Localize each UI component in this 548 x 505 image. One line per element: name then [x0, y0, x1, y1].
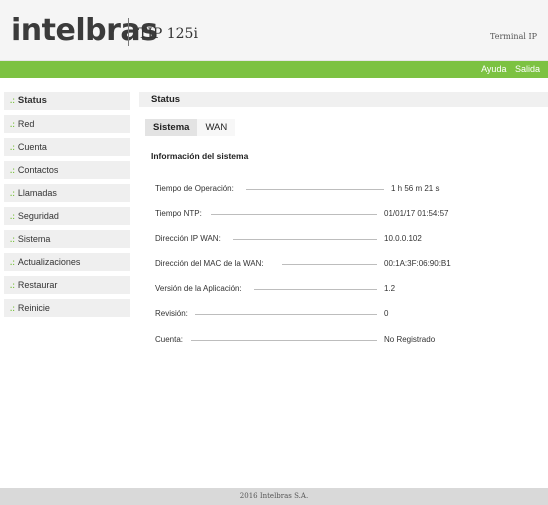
leader-line [191, 340, 377, 341]
info-value: 1.2 [384, 284, 396, 293]
sidebar-item-actualizaciones[interactable]: .: Actualizaciones [4, 253, 130, 271]
sidebar-item-reinicie[interactable]: .: Reinicie [4, 299, 130, 317]
info-value: 01/01/17 01:54:57 [384, 209, 449, 218]
bullet-icon: .: [10, 212, 15, 221]
tab-wan[interactable]: WAN [197, 119, 236, 136]
info-row: Tiempo de Operación: 1 h 56 m 21 s [155, 184, 455, 194]
bullet-icon: .: [10, 120, 15, 129]
bullet-icon: .: [10, 96, 15, 105]
exit-link[interactable]: Salida [515, 64, 540, 74]
sidebar-item-sistema[interactable]: .: Sistema [4, 230, 130, 248]
info-value: 10.0.0.102 [384, 234, 422, 243]
sidebar-item-llamadas[interactable]: .: Llamadas [4, 184, 130, 202]
info-row: Cuenta: No Registrado [155, 335, 475, 345]
info-value: 00:1A:3F:06:90:B1 [384, 259, 451, 268]
bullet-icon: .: [10, 189, 15, 198]
leader-line [282, 264, 377, 265]
sidebar-item-status[interactable]: .: Status [4, 92, 130, 110]
leader-line [254, 289, 377, 290]
footer: 2016 Intelbras S.A. [0, 488, 548, 505]
info-value: 0 [384, 309, 389, 318]
bullet-icon: .: [10, 258, 15, 267]
leader-line [211, 214, 377, 215]
sidebar-item-restaurar[interactable]: .: Restaurar [4, 276, 130, 294]
info-row: Revisión: 0 [155, 309, 455, 319]
sidebar-item-label: Sistema [17, 234, 51, 244]
sidebar-item-contactos[interactable]: .: Contactos [4, 161, 130, 179]
help-link[interactable]: Ayuda [481, 64, 506, 74]
bullet-icon: .: [10, 166, 15, 175]
sidebar-item-label: Restaurar [17, 280, 58, 290]
top-nav-bar: Ayuda Salida [0, 61, 548, 78]
tab-sistema[interactable]: Sistema [145, 119, 198, 136]
sidebar-item-cuenta[interactable]: .: Cuenta [4, 138, 130, 156]
sidebar-item-seguridad[interactable]: .: Seguridad [4, 207, 130, 225]
leader-line [233, 239, 377, 240]
info-label: Dirección del MAC de la WAN: [155, 259, 264, 268]
leader-line [246, 189, 384, 190]
main-content: Status Sistema WAN Información del sistem… [139, 92, 548, 344]
sidebar-item-label: Seguridad [17, 211, 59, 221]
bullet-icon: .: [10, 304, 15, 313]
info-value: 1 h 56 m 21 s [391, 184, 440, 193]
section-title: Información del sistema [151, 151, 249, 161]
device-subtitle: Terminal IP [490, 32, 537, 41]
page-title: Status [139, 92, 548, 107]
sidebar: .: Status .: Red .: Cuenta .: Contactos .: Ll… [4, 92, 130, 322]
bullet-icon: .: [10, 235, 15, 244]
info-row: Versión de la Aplicación: 1.2 [155, 284, 455, 294]
info-row: Dirección del MAC de la WAN: 00:1A:3F:06… [155, 259, 475, 269]
sidebar-item-label: Red [17, 119, 35, 129]
info-label: Tiempo de Operación: [155, 184, 234, 193]
leader-line [195, 314, 377, 315]
info-label: Tiempo NTP: [155, 209, 202, 218]
sidebar-item-label: Contactos [17, 165, 59, 175]
logo-separator [128, 18, 129, 46]
sidebar-item-red[interactable]: .: Red [4, 115, 130, 133]
info-label: Dirección IP WAN: [155, 234, 221, 243]
info-row: Dirección IP WAN: 10.0.0.102 [155, 234, 455, 244]
sidebar-item-label: Llamadas [17, 188, 57, 198]
info-row: Tiempo NTP: 01/01/17 01:54:57 [155, 209, 455, 219]
info-label: Cuenta: [155, 335, 184, 344]
header: intelbras TIP 125i Terminal IP [0, 0, 548, 61]
intelbras-logo: intelbras [11, 13, 158, 48]
bullet-icon: .: [10, 281, 15, 290]
bullet-icon: .: [10, 143, 15, 152]
sidebar-item-label: Cuenta [17, 142, 47, 152]
sidebar-item-label: Actualizaciones [17, 257, 81, 267]
sidebar-item-label: Reinicie [17, 303, 50, 313]
device-model: TIP 125i [138, 26, 198, 42]
info-label: Revisión: [155, 309, 188, 318]
tab-bar: Sistema WAN [145, 117, 236, 136]
info-label: Versión de la Aplicación: [155, 284, 242, 293]
sidebar-item-label: Status [17, 95, 47, 106]
info-value: No Registrado [384, 335, 436, 344]
top-nav-links: Ayuda Salida [475, 61, 540, 78]
